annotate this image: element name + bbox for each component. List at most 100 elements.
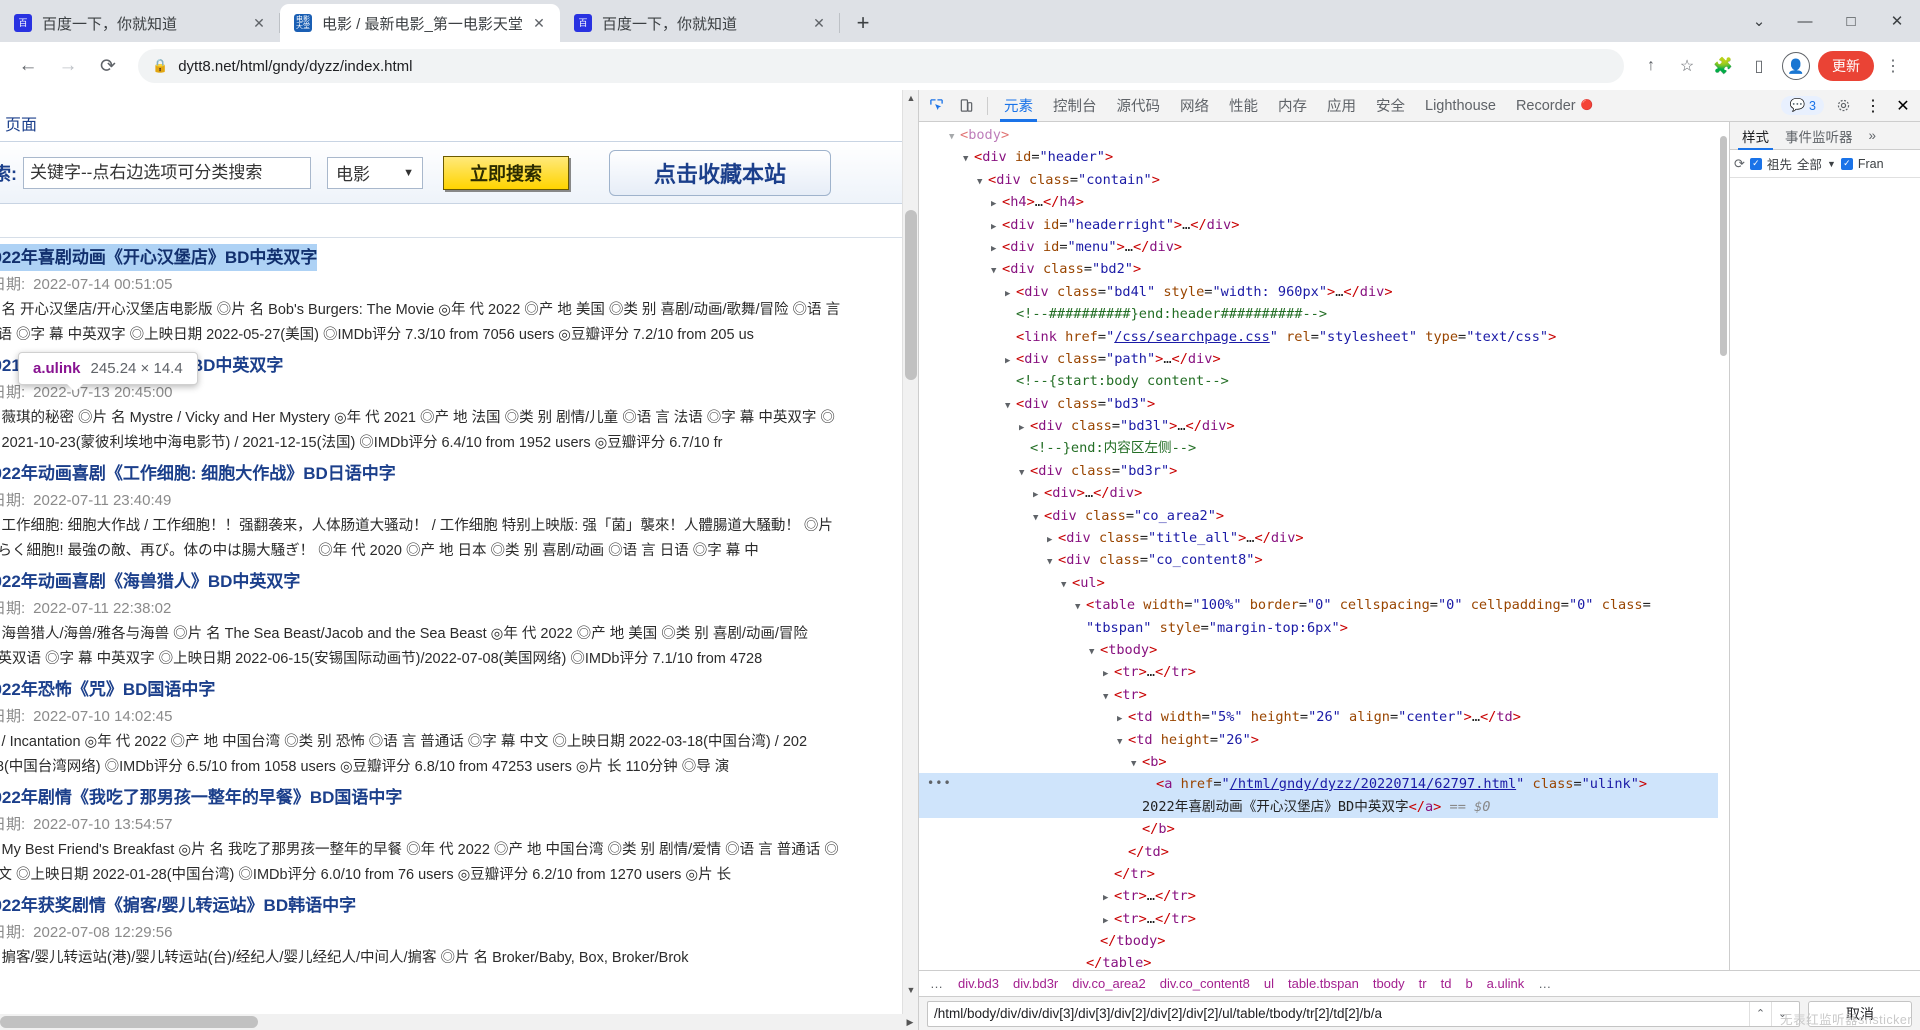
dom-twisty-icon[interactable] [991,191,1002,215]
breadcrumb-item[interactable]: … [923,976,951,991]
dom-tree-row[interactable]: <div class="title_all">…</div> [919,527,1729,549]
tab-close-icon[interactable]: ✕ [808,12,830,34]
bookmark-star-icon[interactable]: ☆ [1670,49,1704,83]
dom-twisty-icon[interactable] [1145,773,1156,795]
dom-tree-row[interactable]: <tr>…</tr> [919,908,1729,930]
breadcrumb-item[interactable]: b [1458,976,1479,991]
movie-title-link[interactable]: 2022年喜剧动画《开心汉堡店》BD中英双字 [0,244,318,271]
xpath-input[interactable]: /html/body/div/div/div[3]/div[3]/div[2]/… [927,1000,1800,1027]
inspect-element-icon[interactable] [922,93,950,119]
dom-twisty-icon[interactable] [1103,885,1114,909]
chevron-up-icon[interactable]: ⌃ [1749,1001,1771,1026]
dom-tree-row[interactable]: </tbody> [919,930,1729,952]
extensions-puzzle-icon[interactable]: 🧩 [1706,49,1740,83]
dom-twisty-icon[interactable] [1019,460,1030,484]
breadcrumb-item[interactable]: div.bd3r [1006,976,1065,991]
dom-twisty-icon[interactable] [963,146,974,170]
share-icon[interactable]: ↑ [1634,49,1668,83]
dom-tree-row[interactable]: <div class="co_content8"> [919,549,1729,571]
page-vertical-scrollbar[interactable]: ▲ ▼ [902,90,919,1014]
dom-twisty-icon[interactable] [1117,706,1128,730]
dom-tree-row[interactable]: <!--##########}end:header##########--> [919,303,1729,325]
breadcrumb-item[interactable]: td [1434,976,1459,991]
page-horizontal-scrollbar[interactable]: ▶ [0,1014,918,1030]
dom-tree-row[interactable]: 2022年喜剧动画《开心汉堡店》BD中英双字</a> == $0 [919,795,1729,819]
dom-twisty-icon[interactable] [1103,908,1114,932]
breadcrumb-item[interactable]: div.bd3 [951,976,1006,991]
dom-twisty-icon[interactable] [1033,505,1044,529]
forward-button[interactable]: → [50,48,86,84]
breadcrumb-item[interactable]: tbody [1366,976,1412,991]
dom-tree-row[interactable]: "tbspan" style="margin-top:6px"> [919,617,1729,639]
tab-application[interactable]: 应用 [1317,90,1366,122]
dom-tree-row[interactable]: <!--}end:内容区左侧--> [919,437,1729,459]
dom-tree-row[interactable]: <link href="/css/searchpage.css" rel="st… [919,326,1729,348]
dom-tree-row[interactable]: <tr> [919,684,1729,706]
tab-performance[interactable]: 性能 [1219,90,1268,122]
dom-twisty-icon[interactable] [1103,661,1114,685]
minimize-button[interactable]: — [1782,0,1828,42]
dom-twisty-icon[interactable] [991,258,1002,282]
breadcrumb-item[interactable]: div.co_content8 [1153,976,1257,991]
reload-button[interactable]: ⟳ [90,48,126,84]
tab-security[interactable]: 安全 [1366,90,1415,122]
movie-title-link[interactable]: 2022年动画喜剧《海兽猎人》BD中英双字 [0,568,300,595]
chrome-menu-icon[interactable]: ⋮ [1876,49,1910,83]
dom-twisty-icon[interactable] [1019,437,1030,459]
dom-twisty-icon[interactable] [949,124,960,148]
dom-twisty-icon[interactable] [1103,863,1114,885]
dom-twisty-icon[interactable] [1005,326,1016,348]
dom-tree-row[interactable]: <td height="26"> [919,729,1729,751]
dom-twisty-icon[interactable] [1131,751,1142,775]
breadcrumb-item[interactable]: ul [1257,976,1281,991]
dom-twisty-icon[interactable] [1075,594,1086,618]
dom-tree-row[interactable]: <div class="contain"> [919,169,1729,191]
list-item[interactable]: 2022年获奖剧情《掮客/婴儿转运站》BD韩语中字 日期: 2022-07-08 … [0,892,918,975]
search-category-select[interactable]: 电影 ▼ [327,156,423,189]
all-filter-label[interactable]: 全部 [1797,154,1822,173]
tab-close-icon[interactable]: ✕ [248,12,270,34]
dom-tree-row[interactable]: <tr>…</tr> [919,661,1729,683]
search-input[interactable]: 关键字--点右边选项可分类搜索 [23,156,311,189]
tab-close-icon[interactable]: ✕ [528,12,550,34]
dom-twisty-icon[interactable] [1061,572,1072,596]
breadcrumb-item[interactable]: … [1531,976,1559,991]
update-button[interactable]: 更新 [1818,51,1874,81]
side-panel-icon[interactable]: ▯ [1742,49,1776,83]
dom-twisty-icon[interactable] [1103,684,1114,708]
address-bar[interactable]: 🔒 dytt8.net/html/gndy/dyzz/index.html [138,49,1624,83]
tab-search-chevron-icon[interactable]: ⌄ [1736,0,1782,42]
dom-twisty-icon[interactable] [1005,393,1016,417]
dom-tree-row[interactable]: <b> [919,751,1729,773]
movie-title-link[interactable]: 2022年动画喜剧《工作细胞: 细胞大作战》BD日语中字 [0,460,396,487]
dom-tree-row[interactable]: <div class="bd3"> [919,393,1729,415]
page-horizontal-scroll-thumb[interactable] [0,1016,258,1028]
framework-checkbox[interactable]: ✓ [1840,157,1853,170]
list-item[interactable]: 2022年剧情《我吃了那男孩一整年的早餐》BD国语中字 日期: 2022-07-1… [0,784,918,892]
breadcrumb-item[interactable]: div.co_area2 [1065,976,1152,991]
dom-tree-scrollbar[interactable] [1718,122,1729,970]
dom-twisty-icon[interactable] [1047,549,1058,573]
close-devtools-icon[interactable]: ✕ [1889,93,1917,119]
dom-twisty-icon[interactable] [977,169,988,193]
dom-twisty-icon[interactable] [1117,729,1128,753]
list-item[interactable]: 2022年动画喜剧《工作细胞: 细胞大作战》BD日语中字 日期: 2022-07-… [0,460,918,568]
movie-title-link[interactable]: 2022年获奖剧情《掮客/婴儿转运站》BD韩语中字 [0,892,356,919]
ancestors-checkbox[interactable]: ✓ [1749,157,1762,170]
movie-title-link[interactable]: 2022年恐怖《咒》BD国语中字 [0,676,215,703]
dom-tree-row[interactable]: ••• <a href="/html/gndy/dyzz/20220714/627… [919,773,1729,796]
dom-tree-row[interactable]: <ul> [919,572,1729,594]
dom-twisty-icon[interactable] [1005,348,1016,372]
dom-tree-row[interactable]: <div class="path">…</div> [919,348,1729,370]
dom-tree-row[interactable]: <div class="bd2"> [919,258,1729,280]
gear-icon[interactable] [1829,93,1857,119]
tab-styles[interactable]: 样式 [1734,122,1777,150]
list-item[interactable]: 2022年喜剧动画《开心汉堡店》BD中英双字 日期: 2022-07-14 00:… [0,244,918,352]
dom-tree-row[interactable]: <tr>…</tr> [919,885,1729,907]
dom-twisty-icon[interactable] [1117,841,1128,863]
issues-badge[interactable]: 💬 3 [1781,96,1824,115]
dom-tree-row[interactable]: <td width="5%" height="26" align="center… [919,706,1729,728]
dom-twisty-icon[interactable] [1019,415,1030,439]
refresh-icon[interactable]: ⟳ [1734,156,1745,172]
browser-tab-1[interactable]: 百 百度一下，你就知道 ✕ [0,4,280,42]
